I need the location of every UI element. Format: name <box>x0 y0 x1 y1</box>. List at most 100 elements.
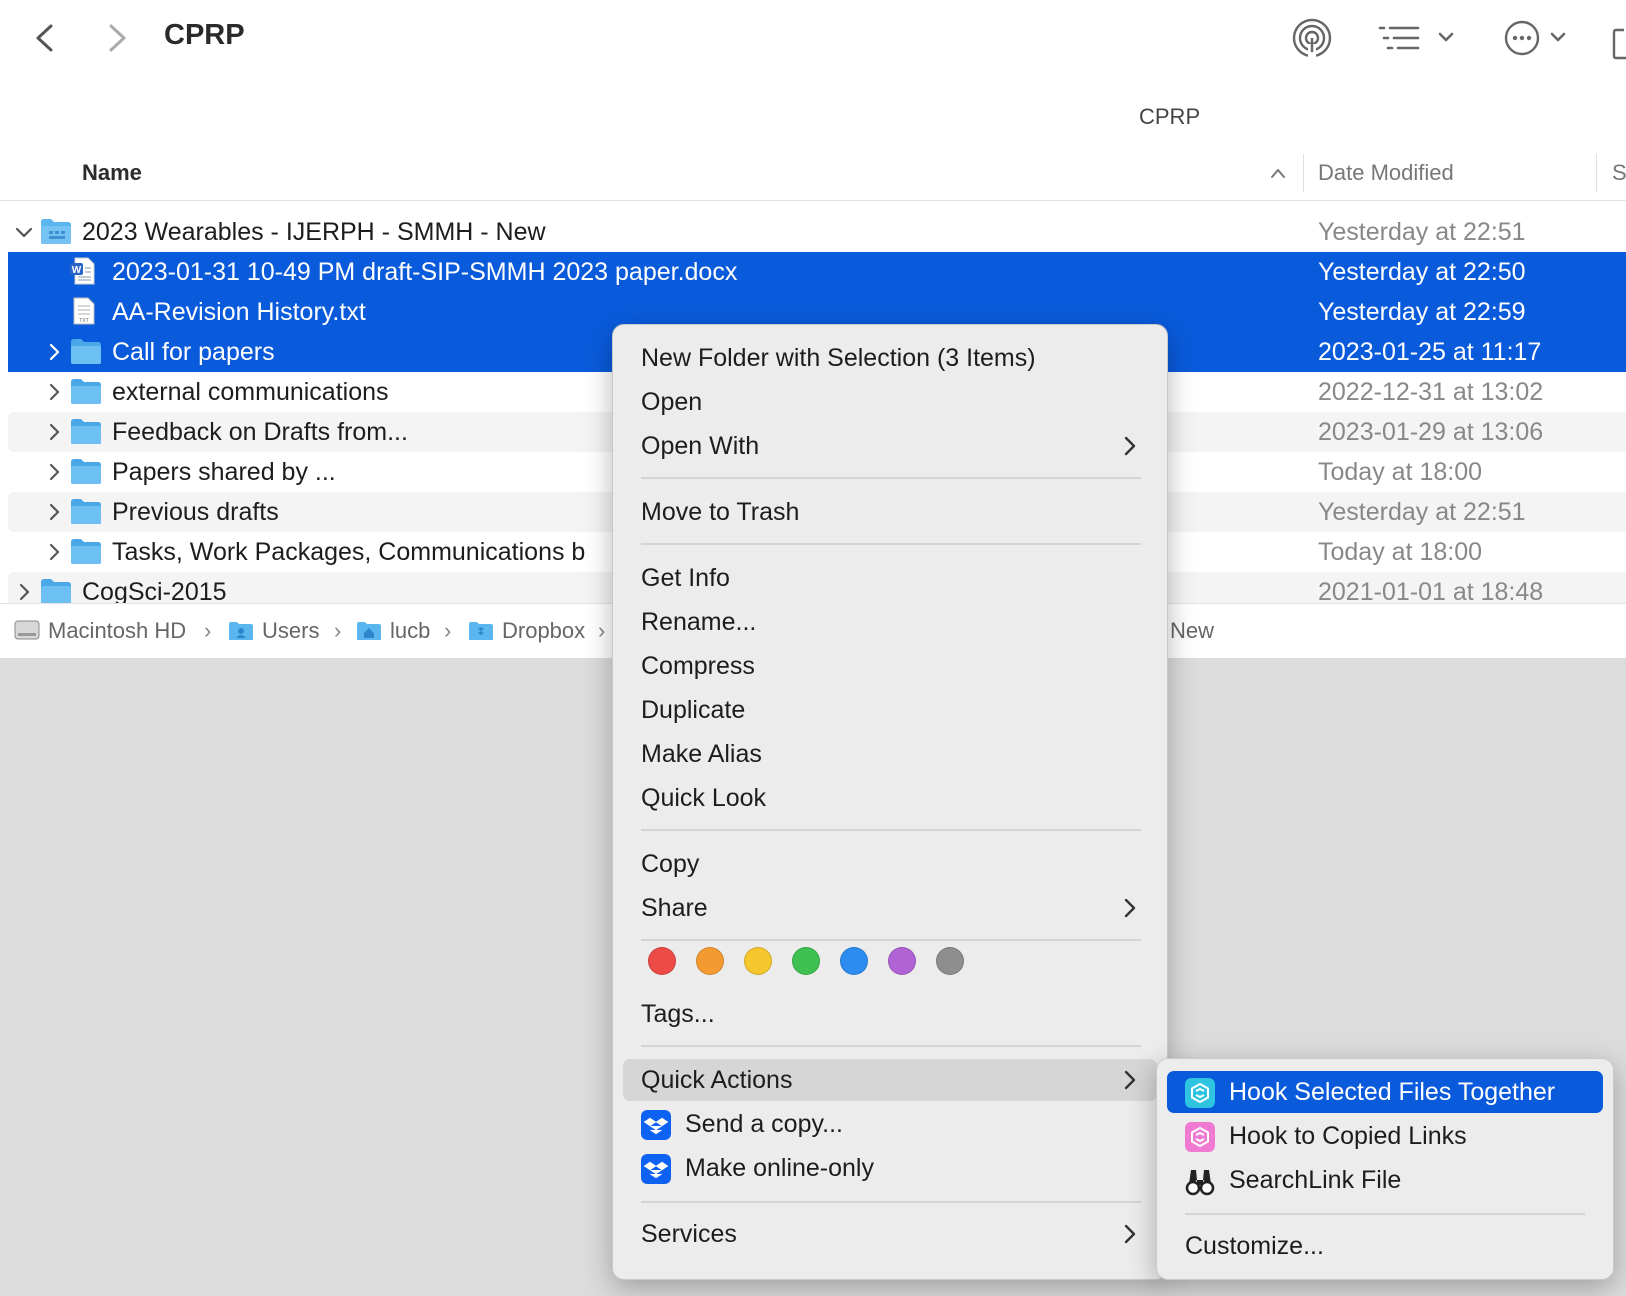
dropbox-icon <box>641 1110 671 1140</box>
menu-separator <box>641 1201 1141 1203</box>
list-item[interactable]: 2023 Wearables - IJERPH - SMMH - New Yes… <box>8 212 1626 252</box>
airdrop-icon[interactable] <box>1290 16 1334 60</box>
folder-icon <box>41 219 71 244</box>
chevron-right-icon[interactable] <box>14 582 34 602</box>
folder-icon <box>71 419 101 444</box>
chevron-right-icon[interactable] <box>44 502 64 522</box>
menu-item-tags[interactable]: Tags... <box>623 993 1157 1035</box>
folder-icon <box>71 459 101 484</box>
menu-item-share[interactable]: Share <box>623 887 1157 929</box>
dropbox-icon <box>641 1154 671 1184</box>
path-item-macintosh-hd[interactable]: Macintosh HD <box>14 618 186 644</box>
menu-item-rename[interactable]: Rename... <box>623 601 1157 643</box>
file-name: Feedback on Drafts from... <box>112 418 408 446</box>
menu-item-services[interactable]: Services <box>623 1213 1157 1255</box>
hook-icon <box>1185 1078 1215 1108</box>
menu-item-get-info[interactable]: Get Info <box>623 557 1157 599</box>
menu-item-new-folder-with-selection[interactable]: New Folder with Selection (3 Items) <box>623 337 1157 379</box>
chevron-right-icon[interactable] <box>44 422 64 442</box>
dropbox-folder-icon <box>469 622 493 640</box>
file-name: Papers shared by ... <box>112 458 336 486</box>
menu-item-open-with[interactable]: Open With <box>623 425 1157 467</box>
quick-actions-submenu: Hook Selected Files Together Hook to Cop… <box>1156 1058 1614 1280</box>
tag-yellow[interactable] <box>744 947 772 975</box>
path-item-dropbox[interactable]: Dropbox <box>468 618 585 644</box>
menu-item-quick-look[interactable]: Quick Look <box>623 777 1157 819</box>
chevron-right-icon <box>1124 1070 1136 1090</box>
chevron-right-icon[interactable] <box>44 462 64 482</box>
tag-gray[interactable] <box>936 947 964 975</box>
file-date: 2021-01-01 at 18:48 <box>1318 578 1544 606</box>
file-date: Today at 18:00 <box>1318 458 1483 486</box>
chevron-down-icon[interactable] <box>14 222 34 242</box>
chevron-right-icon[interactable] <box>44 542 64 562</box>
menu-item-send-a-copy[interactable]: Send a copy... <box>623 1103 1157 1145</box>
menu-separator <box>641 477 1141 479</box>
home-folder-icon <box>357 622 381 640</box>
tag-purple[interactable] <box>888 947 916 975</box>
binoculars-icon <box>1185 1170 1215 1196</box>
tag-green[interactable] <box>792 947 820 975</box>
menu-separator <box>641 1045 1141 1047</box>
path-item-lucb[interactable]: lucb <box>356 618 430 644</box>
column-divider[interactable] <box>1303 154 1304 192</box>
view-options-icon[interactable] <box>1378 16 1468 60</box>
date-column-header[interactable]: Date Modified <box>1318 160 1454 186</box>
file-date: 2023-01-29 at 13:06 <box>1318 418 1544 446</box>
path-separator: › <box>204 618 212 643</box>
file-date: 2022-12-31 at 13:02 <box>1318 378 1544 406</box>
path-item-current-folder[interactable]: New <box>1170 618 1214 644</box>
folder-icon <box>41 579 71 604</box>
column-divider[interactable] <box>1596 154 1597 192</box>
menu-item-quick-actions[interactable]: Quick Actions <box>623 1059 1157 1101</box>
submenu-item-hook-selected-files-together[interactable]: Hook Selected Files Together <box>1167 1071 1603 1113</box>
file-date: Yesterday at 22:51 <box>1318 218 1526 246</box>
menu-item-move-to-trash[interactable]: Move to Trash <box>623 491 1157 533</box>
menu-separator <box>641 939 1141 941</box>
file-name: 2023 Wearables - IJERPH - SMMH - New <box>82 218 546 246</box>
submenu-item-customize[interactable]: Customize... <box>1167 1225 1603 1267</box>
size-column-header[interactable]: S <box>1612 160 1626 186</box>
share-icon[interactable] <box>1612 16 1626 60</box>
chevron-right-icon[interactable] <box>44 382 64 402</box>
hook-icon <box>1185 1122 1215 1152</box>
menu-item-make-online-only[interactable]: Make online-only <box>623 1147 1157 1189</box>
menu-separator <box>1185 1213 1585 1215</box>
file-date: Today at 18:00 <box>1318 538 1483 566</box>
path-separator: › <box>334 618 342 643</box>
menu-item-copy[interactable]: Copy <box>623 843 1157 885</box>
toolbar: CPRP CPRP <box>0 0 1626 147</box>
chevron-right-icon <box>1124 436 1136 456</box>
folder-icon <box>71 539 101 564</box>
back-icon[interactable] <box>26 18 66 58</box>
name-column-header[interactable]: Name <box>82 160 142 186</box>
more-actions-icon[interactable] <box>1502 16 1572 60</box>
file-name: Previous drafts <box>112 498 279 526</box>
path-separator: › <box>598 618 606 643</box>
tag-blue[interactable] <box>840 947 868 975</box>
menu-separator <box>641 829 1141 831</box>
menu-item-compress[interactable]: Compress <box>623 645 1157 687</box>
forward-icon[interactable] <box>96 18 136 58</box>
hard-drive-icon <box>14 620 40 640</box>
path-separator: › <box>444 618 452 643</box>
sort-ascending-icon[interactable] <box>1270 166 1286 180</box>
users-folder-icon <box>229 622 253 640</box>
menu-item-duplicate[interactable]: Duplicate <box>623 689 1157 731</box>
submenu-item-searchlink-file[interactable]: SearchLink File <box>1167 1159 1603 1201</box>
tag-red[interactable] <box>648 947 676 975</box>
menu-item-make-alias[interactable]: Make Alias <box>623 733 1157 775</box>
chevron-right-icon <box>1124 898 1136 918</box>
folder-icon <box>71 499 101 524</box>
menu-item-open[interactable]: Open <box>623 381 1157 423</box>
path-item-users[interactable]: Users <box>228 618 319 644</box>
context-menu: New Folder with Selection (3 Items) Open… <box>612 324 1168 1280</box>
chevron-right-icon <box>1124 1224 1136 1244</box>
submenu-item-hook-to-copied-links[interactable]: Hook to Copied Links <box>1167 1115 1603 1157</box>
column-header: Name Date Modified S <box>0 146 1626 201</box>
file-name: CogSci-2015 <box>82 578 227 606</box>
file-name: external communications <box>112 378 389 406</box>
window-title: CPRP <box>164 19 245 51</box>
folder-icon <box>71 379 101 404</box>
tag-orange[interactable] <box>696 947 724 975</box>
